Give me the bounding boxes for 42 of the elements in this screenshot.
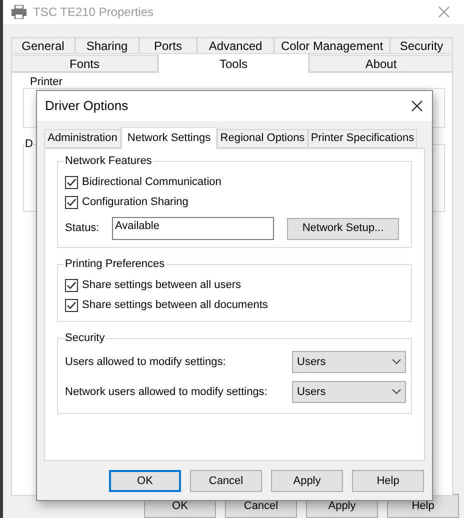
- button[interactable]: Cancel: [190, 470, 262, 492]
- chevron-icon: [392, 359, 401, 365]
- chevron-icon: [392, 389, 401, 395]
- field-label: Network users allowed to modify settings:: [65, 384, 268, 400]
- window-title: TSC TE210 Properties: [33, 4, 154, 21]
- close-icon[interactable]: [411, 100, 423, 112]
- dropdown[interactable]: Users: [292, 381, 406, 403]
- checkbox[interactable]: [65, 278, 78, 292]
- group-label: Printing Preferences: [64, 257, 166, 271]
- tab[interactable]: Ports: [139, 37, 197, 54]
- network-setup-button[interactable]: Network Setup...: [287, 218, 399, 240]
- tab[interactable]: About: [309, 55, 453, 72]
- group-label: D: [25, 138, 33, 150]
- checkbox-label: Share settings between all documents: [82, 298, 268, 313]
- checkbox-label: Bidirectional Communication: [82, 174, 222, 190]
- tab[interactable]: Administration: [44, 129, 121, 148]
- tab[interactable]: Color Management: [274, 37, 390, 54]
- tab[interactable]: Printer Specifications: [308, 129, 417, 148]
- checkbox-label: Share settings between all users: [82, 278, 241, 293]
- dialog-title: Driver Options: [45, 97, 128, 116]
- group-label: Printer: [29, 76, 64, 88]
- field-label: Users allowed to modify settings:: [65, 354, 226, 370]
- printer-icon: [11, 5, 27, 19]
- tab[interactable]: Advanced: [197, 37, 274, 54]
- tab[interactable]: Security: [390, 37, 453, 54]
- tab[interactable]: Tools: [158, 53, 309, 73]
- dropdown[interactable]: Users: [292, 351, 406, 373]
- group-label: Security: [64, 331, 106, 345]
- button[interactable]: Apply: [271, 470, 343, 492]
- tab[interactable]: Regional Options: [217, 129, 308, 148]
- tab[interactable]: Sharing: [75, 37, 139, 54]
- button[interactable]: OK: [109, 470, 181, 492]
- status-field: Available: [112, 217, 274, 240]
- checkbox[interactable]: [65, 196, 78, 208]
- tab[interactable]: Network Settings: [121, 127, 217, 149]
- checkbox[interactable]: [65, 176, 78, 188]
- tab[interactable]: Fonts: [11, 55, 158, 72]
- checkbox[interactable]: [65, 298, 78, 312]
- status-label: Status:: [65, 221, 100, 236]
- button[interactable]: Help: [352, 470, 424, 492]
- tab[interactable]: General: [11, 37, 75, 54]
- checkbox-label: Configuration Sharing: [82, 194, 188, 210]
